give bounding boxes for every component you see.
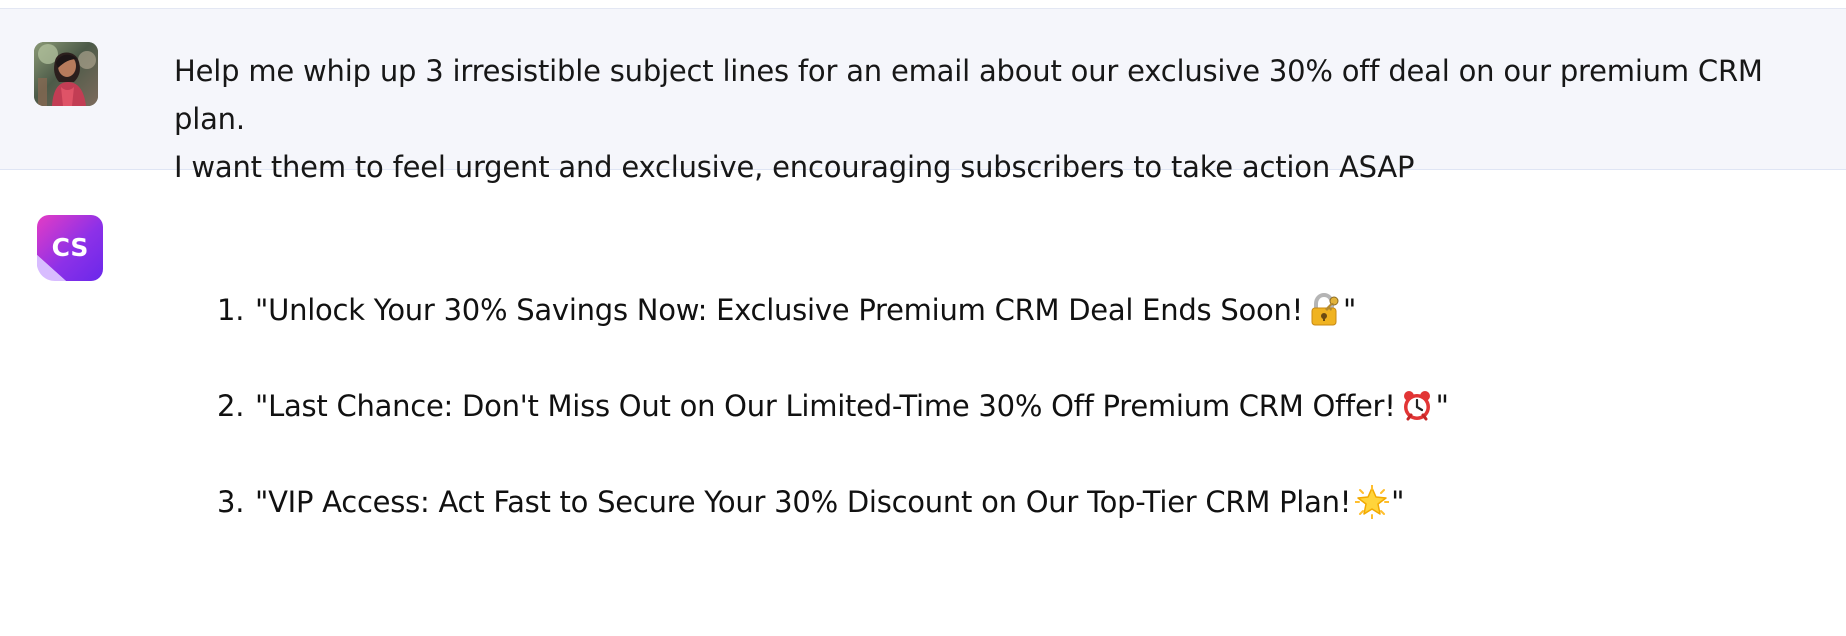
list-item: 3. "VIP Access: Act Fast to Secure Your … <box>217 478 1449 526</box>
subject-line-text: "Unlock Your 30% Savings Now: Exclusive … <box>255 293 1304 327</box>
user-avatar <box>34 42 98 106</box>
subject-line-closing-quote: " <box>1343 293 1357 327</box>
subject-line-text: "VIP Access: Act Fast to Secure Your 30%… <box>255 485 1352 519</box>
user-message: Help me whip up 3 irresistible subject l… <box>0 8 1846 184</box>
alarm-clock-icon <box>1400 389 1434 423</box>
subject-line-text: "Last Chance: Don't Miss Out on Our Limi… <box>255 389 1396 423</box>
subject-line-closing-quote: " <box>1391 485 1405 519</box>
subject-line-list: 1. "Unlock Your 30% Savings Now: Exclusi… <box>217 286 1449 574</box>
glowing-star-icon <box>1355 485 1390 519</box>
list-number: 1. <box>217 293 245 327</box>
list-item: 2. "Last Chance: Don't Miss Out on Our L… <box>217 382 1449 430</box>
list-number: 2. <box>217 389 245 423</box>
list-number: 3. <box>217 485 245 519</box>
user-message-text: Help me whip up 3 irresistible subject l… <box>174 54 1763 184</box>
list-item: 1. "Unlock Your 30% Savings Now: Exclusi… <box>217 286 1449 334</box>
cs-logo-label: CS <box>52 233 89 262</box>
subject-line-closing-quote: " <box>1435 389 1449 423</box>
chat-transcript: Help me whip up 3 irresistible subject l… <box>0 0 1846 636</box>
locked-with-key-icon <box>1307 293 1341 327</box>
cs-logo-icon: CS <box>36 214 104 282</box>
